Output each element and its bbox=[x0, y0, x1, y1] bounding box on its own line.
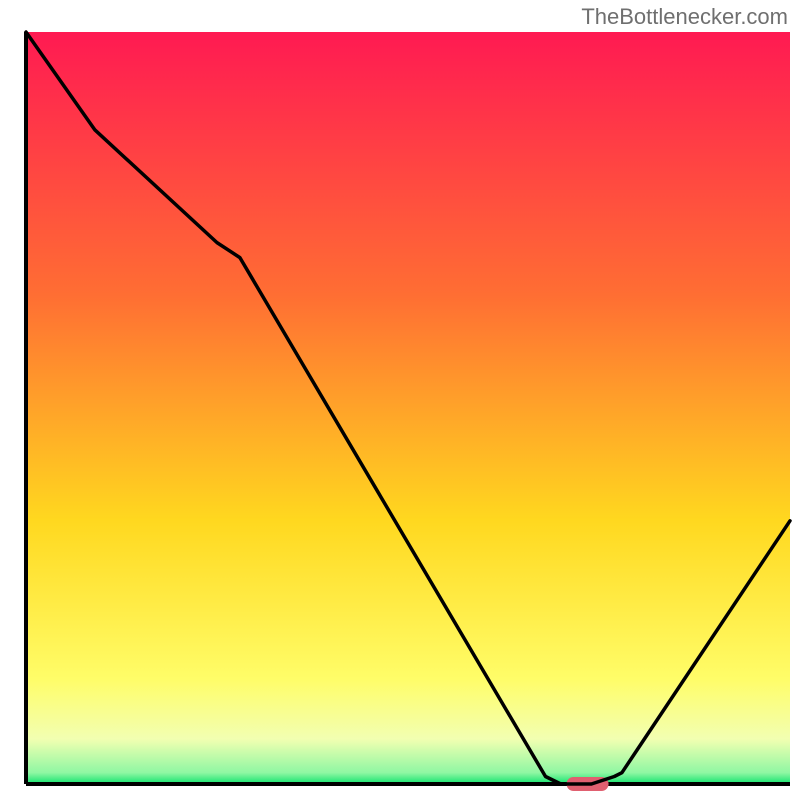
gradient-background bbox=[26, 32, 790, 784]
plot-area bbox=[26, 32, 790, 791]
chart-svg bbox=[0, 0, 800, 800]
chart-canvas: TheBottlenecker.com bbox=[0, 0, 800, 800]
watermark-text: TheBottlenecker.com bbox=[581, 4, 788, 30]
